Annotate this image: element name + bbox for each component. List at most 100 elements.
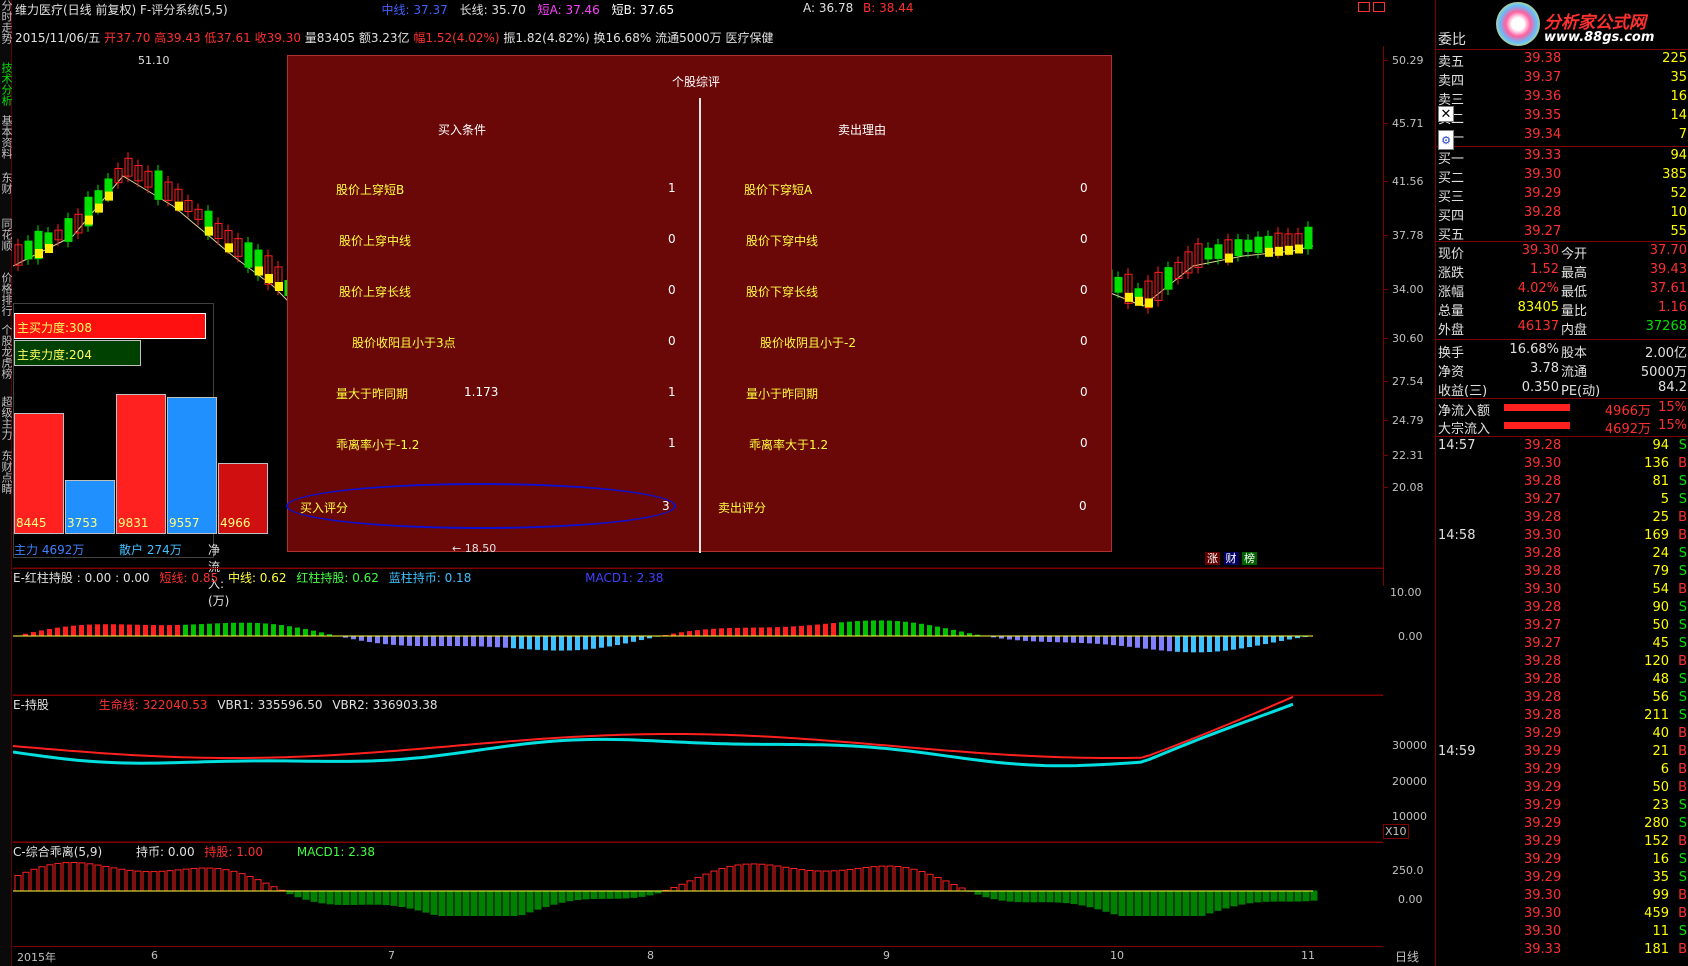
stat-value: 37268 (1645, 319, 1687, 334)
macd-bar (1015, 636, 1020, 641)
bias-bar (862, 866, 870, 892)
settings-icon[interactable]: ⚙ (1438, 130, 1454, 150)
bias-bar (1078, 890, 1086, 906)
trend-block (35, 249, 43, 258)
price-axis-label: 20.08 (1392, 481, 1424, 494)
bid-row: 买一 39.33 94 (1436, 147, 1688, 167)
buy-condition-value: 0 (668, 232, 676, 246)
macd-bar (87, 624, 92, 636)
trend-block (1125, 292, 1133, 302)
tick-side: S (1678, 618, 1687, 633)
tick-row: 39.28 79 S (1436, 563, 1688, 581)
high-price-mark: 51.10 (138, 54, 170, 67)
quote-float: 流通5000万 (655, 31, 722, 45)
tick-price: 39.29 (1524, 780, 1562, 795)
bias-bar (854, 867, 862, 892)
left-tab[interactable]: 东财10 (0, 172, 12, 216)
restore-icon[interactable] (1358, 2, 1370, 12)
period-label[interactable]: 日线 (1395, 948, 1419, 965)
macd-bar (175, 624, 180, 636)
macd-bar (1143, 636, 1148, 649)
tag-bang[interactable]: 榜 (1242, 552, 1257, 565)
macd-bar (159, 625, 164, 636)
bias-bar (566, 890, 574, 902)
bias-bar (1134, 890, 1142, 916)
tick-row: 39.29 40 B (1436, 725, 1688, 743)
macd-bar (1151, 636, 1156, 650)
quote-bar: 2015/11/06/五 开37.70 高39.43 低37.61 收39.30… (15, 29, 773, 46)
tick-row: 39.30 459 B (1436, 905, 1688, 923)
maximize-icon[interactable] (1373, 2, 1385, 12)
bias-bar (934, 876, 942, 892)
bias-bar (598, 890, 606, 899)
trend-block (85, 215, 93, 225)
hold-vbr2: VBR2: 336903.38 (332, 698, 438, 712)
flow-row: 净流入额 4966万 15% (1436, 399, 1688, 419)
tick-side: S (1678, 816, 1687, 831)
quote-open: 开37.70 (104, 31, 151, 45)
left-tab[interactable]: 超级主力 (0, 396, 12, 448)
price-axis-label: 22.31 (1392, 449, 1424, 462)
macd-bar (431, 636, 436, 647)
tick-side: B (1678, 456, 1687, 471)
tick-volume: 11 (1652, 924, 1669, 939)
bias-bar (230, 870, 238, 892)
bias-bar (982, 890, 990, 898)
left-tab[interactable]: 技术分析 (0, 62, 12, 112)
trend-block (1295, 244, 1303, 254)
tick-row: 39.30 99 B (1436, 887, 1688, 905)
tick-row: 39.30 54 B (1436, 581, 1688, 599)
trend-block (225, 243, 233, 253)
tick-price: 39.28 (1524, 510, 1562, 525)
tick-volume: 136 (1644, 456, 1669, 471)
macd-bar (791, 626, 796, 636)
ask-volume: 14 (1670, 108, 1687, 123)
bias-bar (838, 869, 846, 892)
macd-pane-title: E-红柱持股 : 0.00 : 0.00 (13, 571, 150, 585)
left-tab[interactable]: 个股龙虎榜 (0, 324, 12, 394)
bias-bar (1174, 890, 1182, 916)
buy-condition-value: 1 (668, 436, 676, 450)
stat-row: 现价 39.30 今开 37.70 (1436, 242, 1688, 262)
bias-bar (558, 890, 566, 903)
tick-row: 39.29 23 S (1436, 797, 1688, 815)
hold-axis-20000: 20000 (1392, 775, 1427, 788)
tick-volume: 81 (1652, 474, 1669, 489)
stat-label: 股本 (1561, 346, 1588, 361)
bias-bar (830, 870, 838, 892)
sell-force-label: 主卖力度:204 (17, 348, 92, 362)
tag-zhang[interactable]: 涨 (1205, 552, 1220, 565)
left-tab[interactable]: 同花顺10 (0, 218, 12, 270)
modal-title: 个股综评 (672, 75, 721, 89)
left-tab[interactable]: 分时走势 (0, 0, 12, 60)
sell-reason-value: 0 (1080, 181, 1088, 195)
bias-bar (750, 863, 758, 892)
bias-bar (1310, 890, 1318, 901)
macd-bar (367, 636, 372, 643)
left-tab[interactable]: 价格排行10 (0, 272, 12, 322)
tick-side: S (1678, 708, 1687, 723)
trend-block (1285, 245, 1293, 255)
stat-label: 总量 (1438, 304, 1465, 319)
close-icon[interactable]: ✕ (1438, 106, 1454, 122)
flow-pct: 15% (1658, 400, 1687, 415)
macd-bar (127, 624, 132, 636)
bias-bar (1182, 890, 1190, 916)
left-tab[interactable]: 基本资料 (0, 115, 12, 170)
macd-bar (551, 636, 556, 651)
tick-row: 39.29 16 S (1436, 851, 1688, 869)
tick-price: 39.30 (1524, 924, 1562, 939)
bias-axis-zero: 0.00 (1398, 893, 1423, 906)
tag-cai[interactable]: 财 (1223, 552, 1239, 565)
bias-bar (518, 890, 526, 916)
left-tab[interactable]: 东财点睛 (0, 450, 12, 510)
price-tick (1384, 455, 1388, 456)
macd-bar (111, 624, 116, 636)
macd-bar (1223, 636, 1228, 651)
macd-short: 短线: 0.85 (159, 571, 219, 585)
bias-bar (198, 867, 206, 892)
bias-bar (710, 870, 718, 892)
bid-price: 39.27 (1524, 224, 1562, 239)
buy-condition-label: 量大于昨同期 (336, 387, 409, 401)
macd-bar (751, 627, 756, 636)
